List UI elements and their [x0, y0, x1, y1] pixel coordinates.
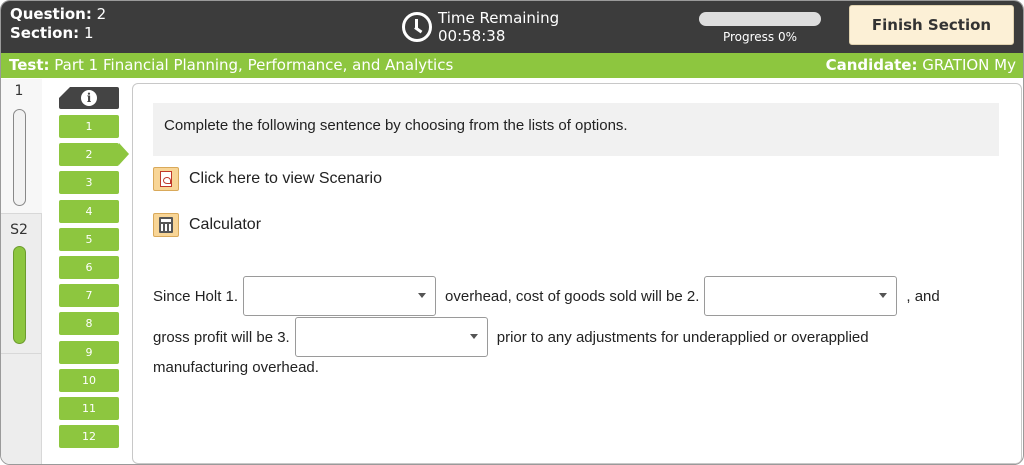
- section-label: Section:: [10, 24, 80, 42]
- question-prompt: Complete the following sentence by choos…: [153, 103, 999, 156]
- chevron-down-icon: [469, 334, 478, 339]
- sentence-part-2: overhead, cost of goods sold will be 2.: [445, 287, 700, 305]
- top-header: Question: 2 Section: 1 Time Remaining 00…: [1, 1, 1023, 53]
- question-nav-button[interactable]: 6: [59, 256, 119, 279]
- question-nav-button[interactable]: 5: [59, 227, 119, 251]
- dropdown-2[interactable]: [704, 276, 898, 316]
- sentence-line-3: manufacturing overhead.: [153, 359, 319, 376]
- question-panel: Complete the following sentence by choos…: [132, 83, 1022, 464]
- question-nav-button[interactable]: 12: [59, 425, 119, 449]
- view-scenario-label: Click here to view Scenario: [189, 170, 382, 187]
- test-name: Part 1 Financial Planning, Performance, …: [54, 56, 454, 74]
- clock-icon: [402, 12, 432, 42]
- question-nav-button[interactable]: 7: [59, 284, 119, 308]
- progress-bar: [699, 12, 821, 26]
- sentence-part-5: prior to any adjustments for underapplie…: [496, 328, 869, 346]
- sentence-part-3: , and: [906, 287, 940, 305]
- question-navigator: i 1 2 3 4 5 6 7 8 9 10 11 12: [42, 79, 132, 464]
- finish-section-button[interactable]: Finish Section: [849, 5, 1014, 45]
- sentence-part-1: Since Holt 1.: [153, 287, 239, 305]
- section-1-progress: [13, 109, 26, 206]
- question-nav-button[interactable]: 11: [59, 397, 119, 420]
- chevron-down-icon: [879, 293, 888, 298]
- question-number: 2: [96, 5, 107, 23]
- test-label: Test:: [9, 56, 50, 74]
- page-fold: [59, 87, 70, 98]
- sentence-part-4: gross profit will be 3.: [153, 328, 290, 346]
- question-nav-button[interactable]: 2: [59, 143, 129, 167]
- section-1-label: 1: [14, 83, 24, 99]
- section-2-progress: [13, 246, 26, 344]
- question-nav-button[interactable]: 8: [59, 312, 119, 336]
- question-nav-button[interactable]: 9: [59, 340, 119, 364]
- section-number: 1: [83, 24, 94, 42]
- pdf-icon: [153, 167, 179, 191]
- sections-column: 1 S2: [1, 79, 42, 464]
- timer-label: Time Remaining: [438, 9, 560, 27]
- question-nav-button[interactable]: 10: [59, 368, 119, 392]
- section-1[interactable]: 1: [1, 79, 42, 214]
- calculator-icon: [153, 213, 179, 237]
- calculator-link[interactable]: Calculator: [153, 212, 261, 238]
- dropdown-3[interactable]: [294, 317, 488, 357]
- candidate-label: Candidate:: [825, 56, 918, 74]
- section-2[interactable]: S2: [1, 214, 42, 354]
- question-info: Question: 2 Section: 1: [10, 5, 106, 43]
- dropdown-1[interactable]: [243, 276, 437, 316]
- instructions-button[interactable]: i: [59, 87, 119, 109]
- question-nav-button[interactable]: 3: [59, 171, 119, 195]
- progress-label: Progress 0%: [722, 30, 798, 44]
- test-info-bar: Test: Part 1 Financial Planning, Perform…: [1, 53, 1023, 78]
- question-nav-button[interactable]: 1: [59, 115, 119, 138]
- sentence-part-6: manufacturing overhead.: [153, 359, 319, 376]
- question-nav-button[interactable]: 4: [59, 199, 119, 223]
- timer: Time Remaining 00:58:38: [402, 7, 559, 47]
- progress-indicator: Progress 0%: [699, 12, 821, 44]
- chevron-down-icon: [418, 293, 427, 298]
- candidate-name: GRATION My: [922, 56, 1016, 74]
- view-scenario-link[interactable]: Click here to view Scenario: [153, 166, 382, 192]
- sentence-line-2: gross profit will be 3. prior to any adj…: [153, 317, 869, 357]
- calculator-label: Calculator: [189, 216, 262, 233]
- question-label: Question:: [10, 5, 92, 23]
- timer-value: 00:58:38: [438, 27, 506, 45]
- info-icon: i: [81, 90, 97, 106]
- exam-window: Question: 2 Section: 1 Time Remaining 00…: [0, 0, 1024, 465]
- sentence-line-1: Since Holt 1. overhead, cost of goods so…: [153, 276, 940, 316]
- section-2-label: S2: [10, 222, 28, 238]
